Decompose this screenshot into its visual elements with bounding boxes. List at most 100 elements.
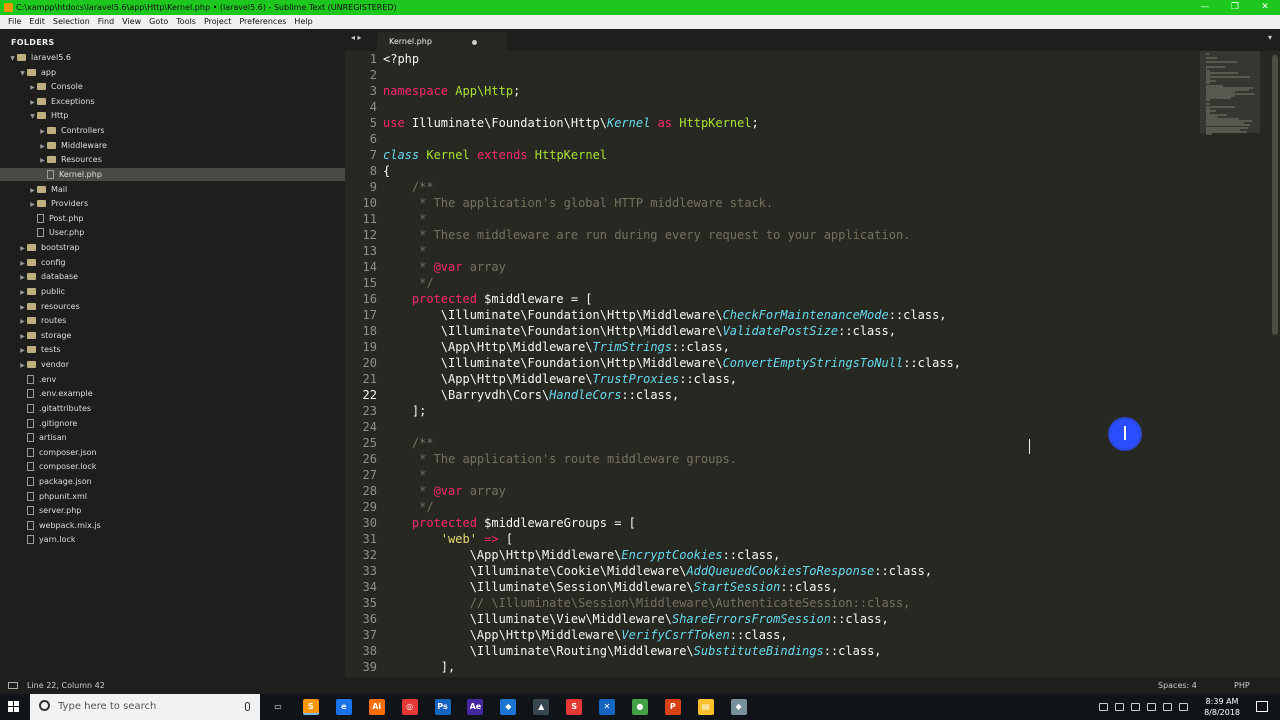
file-item-webpack-mix-js[interactable]: webpack.mix.js bbox=[18, 519, 101, 532]
code-line[interactable]: /** bbox=[383, 435, 434, 451]
chevron-right-icon[interactable]: ▶ bbox=[18, 257, 27, 270]
chevron-right-icon[interactable]: ▶ bbox=[28, 198, 37, 211]
chevron-right-icon[interactable]: ▶ bbox=[18, 359, 27, 372]
taskbar-search-input[interactable]: Type here to search bbox=[30, 694, 260, 720]
menu-tools[interactable]: Tools bbox=[172, 15, 200, 29]
chevron-right-icon[interactable]: ▶ bbox=[18, 286, 27, 299]
indentation-setting[interactable]: Spaces: 4 bbox=[1158, 677, 1197, 694]
chevron-down-icon[interactable]: ▼ bbox=[18, 67, 27, 80]
code-line[interactable]: * @var array bbox=[383, 483, 506, 499]
people-icon[interactable] bbox=[1099, 703, 1108, 711]
minimap[interactable] bbox=[1200, 51, 1268, 677]
folder-item-app[interactable]: ▼ app bbox=[18, 66, 56, 79]
code-line[interactable]: \Illuminate\Foundation\Http\Middleware\C… bbox=[383, 355, 961, 371]
code-line[interactable]: \App\Http\Middleware\EncryptCookies::cla… bbox=[383, 547, 781, 563]
chevron-right-icon[interactable]: ▶ bbox=[18, 242, 27, 255]
code-line[interactable]: */ bbox=[383, 499, 433, 515]
minimize-button[interactable]: — bbox=[1190, 0, 1220, 15]
chevron-right-icon[interactable]: ▶ bbox=[18, 330, 27, 343]
code-line[interactable]: // \Illuminate\Session\Middleware\Authen… bbox=[383, 595, 911, 611]
folder-item-console[interactable]: ▶ Console bbox=[28, 80, 83, 93]
language-icon[interactable] bbox=[1179, 703, 1188, 711]
chevron-right-icon[interactable]: ▶ bbox=[28, 81, 37, 94]
code-line[interactable]: * These middleware are run during every … bbox=[383, 227, 910, 243]
code-line[interactable]: use Illuminate\Foundation\Http\Kernel as… bbox=[383, 115, 759, 131]
code-editor[interactable]: 1 2 3 4 5 6 7 8 9 10 11 12 13 14 15 16 17 18 19 20 21 22 23 24 2… bbox=[345, 51, 1200, 677]
taskbar-clock[interactable]: 8:39 AM 8/8/2018 bbox=[1204, 696, 1240, 718]
chevron-up-icon[interactable] bbox=[1115, 703, 1124, 711]
sublime-text-icon[interactable]: S bbox=[302, 699, 319, 715]
file-item-gitignore[interactable]: .gitignore bbox=[18, 417, 77, 430]
folder-item-mail[interactable]: ▶ Mail bbox=[28, 183, 67, 196]
code-line[interactable]: \Illuminate\Session\Middleware\StartSess… bbox=[383, 579, 838, 595]
panel-toggle-icon[interactable] bbox=[8, 682, 18, 689]
code-line[interactable]: protected $middleware = [ bbox=[383, 291, 593, 307]
code-line[interactable]: \App\Http\Middleware\TrimStrings::class, bbox=[383, 339, 730, 355]
folder-item-routes[interactable]: ▶ routes bbox=[18, 314, 66, 327]
chevron-right-icon[interactable]: ▶ bbox=[28, 96, 37, 109]
chevron-right-icon[interactable]: ▶ bbox=[38, 125, 47, 138]
file-item-package-json[interactable]: package.json bbox=[18, 475, 92, 488]
chevron-right-icon[interactable]: ▶ bbox=[18, 344, 27, 357]
notifications-icon[interactable] bbox=[1256, 701, 1268, 712]
volume-icon[interactable] bbox=[1147, 703, 1156, 711]
tab-nav-arrows-icon[interactable]: ◂ ▸ bbox=[351, 33, 362, 42]
task-view-icon[interactable]: ▭ bbox=[270, 699, 286, 715]
code-line[interactable]: \Illuminate\Routing\Middleware\Substitut… bbox=[383, 643, 882, 659]
code-line[interactable]: \App\Http\Middleware\VerifyCsrfToken::cl… bbox=[383, 627, 788, 643]
chevron-right-icon[interactable]: ▶ bbox=[38, 154, 47, 167]
battery-icon[interactable] bbox=[1163, 703, 1172, 711]
menu-preferences[interactable]: Preferences bbox=[235, 15, 290, 29]
code-line[interactable]: { bbox=[383, 163, 390, 179]
powerpoint-icon[interactable]: P bbox=[664, 699, 681, 715]
code-line[interactable]: \Illuminate\Cookie\Middleware\AddQueuedC… bbox=[383, 563, 932, 579]
folder-item-middleware[interactable]: ▶ Middleware bbox=[38, 139, 107, 152]
app-blue-icon[interactable]: ✕ bbox=[599, 699, 615, 715]
folder-item-config[interactable]: ▶ config bbox=[18, 256, 65, 269]
code-line[interactable]: ]; bbox=[383, 403, 426, 419]
code-line[interactable]: \Barryvdh\Cors\HandleCors::class, bbox=[383, 387, 679, 403]
folder-item-resources[interactable]: ▶ resources bbox=[18, 300, 80, 313]
code-line[interactable]: \Illuminate\View\Middleware\ShareErrorsF… bbox=[383, 611, 889, 627]
code-line[interactable]: \App\Http\Middleware\TrustProxies::class… bbox=[383, 371, 737, 387]
app-generic-2-icon[interactable]: ▲ bbox=[533, 699, 550, 715]
folder-item-exceptions[interactable]: ▶ Exceptions bbox=[28, 95, 94, 109]
code-line[interactable]: * The application's global HTTP middlewa… bbox=[383, 195, 773, 211]
file-item-composer-lock[interactable]: composer.lock bbox=[18, 460, 96, 473]
folder-item-tests[interactable]: ▶ tests bbox=[18, 343, 60, 357]
menu-help[interactable]: Help bbox=[290, 15, 316, 29]
windows-start-icon[interactable] bbox=[8, 701, 20, 713]
folder-item-controllers[interactable]: ▶ Controllers bbox=[38, 124, 104, 138]
folder-item-storage[interactable]: ▶ storage bbox=[18, 329, 71, 342]
edge-icon[interactable]: e bbox=[335, 699, 352, 715]
tab-menu-chevron-icon[interactable]: ▾ bbox=[1268, 33, 1272, 42]
file-item-server-php[interactable]: server.php bbox=[18, 504, 81, 517]
chevron-right-icon[interactable]: ▶ bbox=[28, 184, 37, 197]
folder-item-public[interactable]: ▶ public bbox=[18, 285, 65, 298]
folder-item-vendor[interactable]: ▶ vendor bbox=[18, 358, 69, 371]
folder-item-database[interactable]: ▶ database bbox=[18, 270, 78, 283]
chevron-right-icon[interactable]: ▶ bbox=[18, 315, 27, 328]
code-line[interactable]: \Illuminate\Foundation\Http\Middleware\V… bbox=[383, 323, 896, 339]
network-icon[interactable] bbox=[1131, 703, 1140, 711]
chevron-right-icon[interactable]: ▶ bbox=[38, 140, 47, 153]
file-item-yarn-lock[interactable]: yarn.lock bbox=[18, 533, 76, 546]
microphone-icon[interactable] bbox=[245, 702, 250, 711]
code-line[interactable]: * bbox=[383, 211, 426, 227]
code-line[interactable]: * bbox=[383, 467, 426, 483]
code-line[interactable]: /** bbox=[383, 179, 434, 195]
file-item-phpunit-xml[interactable]: phpunit.xml bbox=[18, 490, 87, 503]
code-line[interactable]: * bbox=[383, 243, 426, 259]
chevron-down-icon[interactable]: ▼ bbox=[28, 110, 37, 123]
app-last-icon[interactable]: ◆ bbox=[730, 699, 747, 715]
code-line[interactable]: \Illuminate\Foundation\Http\Middleware\C… bbox=[383, 307, 947, 323]
folder-item-http[interactable]: ▼ Http bbox=[28, 109, 68, 122]
code-line[interactable]: class Kernel extends HttpKernel bbox=[383, 147, 607, 163]
file-item-kernel-php[interactable]: Kernel.php bbox=[0, 167, 345, 181]
file-explorer-icon[interactable]: ▤ bbox=[697, 699, 714, 715]
code-line[interactable]: 'web' => [ bbox=[383, 531, 513, 547]
folder-item-bootstrap[interactable]: ▶ bootstrap bbox=[18, 241, 79, 255]
close-button[interactable]: ✕ bbox=[1250, 0, 1280, 15]
code-line[interactable]: */ bbox=[383, 275, 433, 291]
app-generic-icon[interactable]: ◆ bbox=[500, 699, 517, 715]
